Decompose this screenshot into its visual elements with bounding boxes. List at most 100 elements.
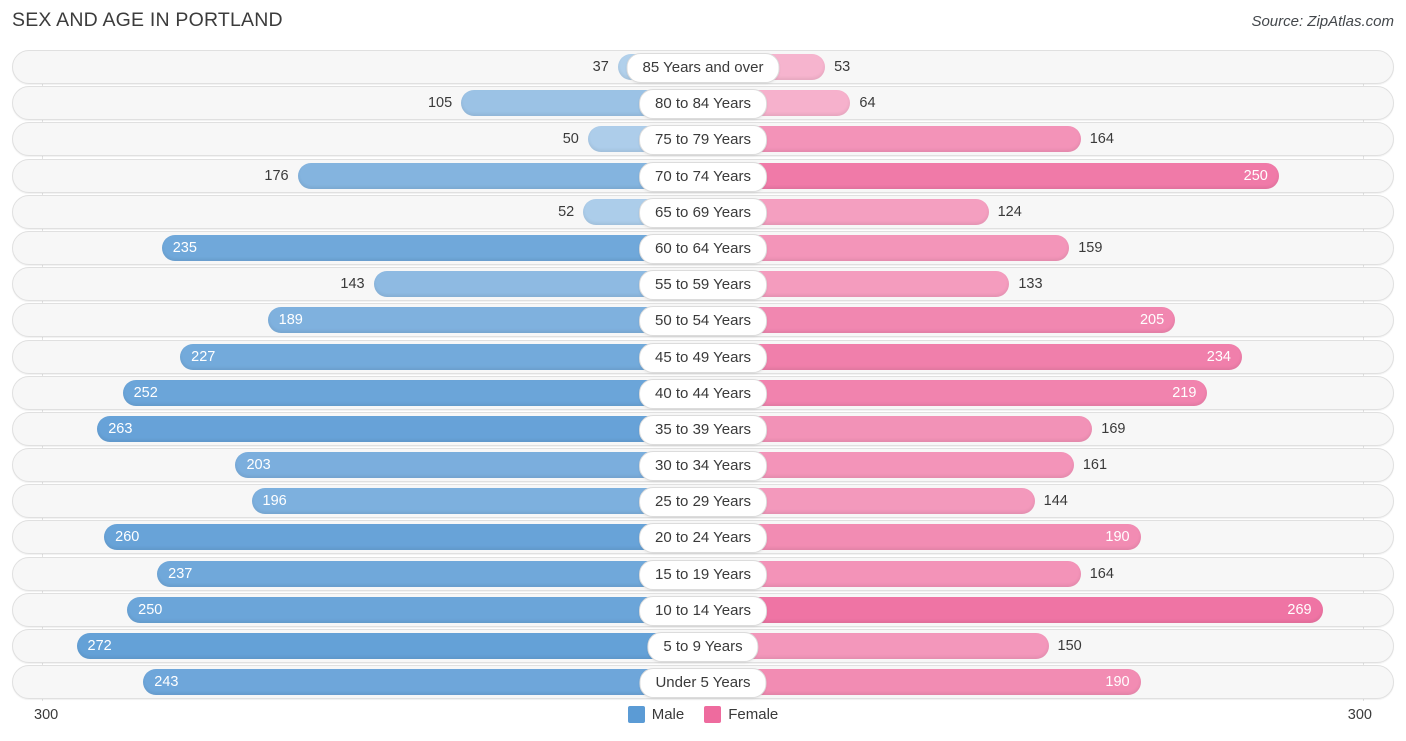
age-group-label: 50 to 54 Years (639, 306, 767, 337)
half-male: 50 (12, 122, 703, 156)
bar-row: 52 124 65 to 69 Years (12, 194, 1394, 229)
half-female: 150 (703, 629, 1394, 663)
half-male: 227 (12, 340, 703, 374)
half-female: 205 (703, 303, 1394, 337)
male-bar[interactable]: 237 (157, 560, 703, 587)
half-male: 272 (12, 629, 703, 663)
male-value-label: 250 (138, 601, 163, 618)
bar-row: 37 53 85 Years and over (12, 50, 1394, 84)
male-bar[interactable]: 263 (97, 415, 703, 442)
bar-row: 252 219 40 to 44 Years (12, 375, 1394, 410)
half-male: 143 (12, 267, 703, 301)
female-bar[interactable]: 205 (703, 307, 1176, 334)
half-male: 243 (12, 665, 703, 699)
male-bar[interactable]: 260 (104, 524, 703, 551)
age-group-label: 55 to 59 Years (639, 270, 767, 301)
half-male: 237 (12, 557, 703, 591)
half-female: 164 (703, 122, 1394, 156)
male-bar[interactable]: 252 (122, 379, 703, 406)
male-bar[interactable]: 189 (267, 307, 703, 334)
female-value-label: 64 (859, 95, 876, 112)
half-male: 105 (12, 86, 703, 120)
chart-footer: 300 300 Male Female (12, 701, 1394, 741)
male-bar[interactable]: 203 (235, 452, 703, 479)
age-group-label: 45 to 49 Years (639, 342, 767, 373)
female-value-label: 164 (1089, 565, 1114, 582)
bar-row: 196 144 25 to 29 Years (12, 484, 1394, 519)
legend-item-male[interactable]: Male (627, 706, 684, 723)
age-group-label: 80 to 84 Years (639, 89, 767, 120)
bar-row: 227 234 45 to 49 Years (12, 339, 1394, 374)
female-value-label: 169 (1101, 420, 1126, 437)
bar-row: 243 190 Under 5 Years (12, 665, 1394, 700)
half-female: 124 (703, 195, 1394, 229)
female-bar[interactable]: 269 (703, 596, 1323, 623)
half-male: 263 (12, 412, 703, 446)
age-group-label: 40 to 44 Years (639, 378, 767, 409)
male-value-label: 227 (191, 348, 216, 365)
age-group-label: 30 to 34 Years (639, 451, 767, 482)
half-male: 235 (12, 231, 703, 265)
male-bar[interactable]: 250 (127, 596, 703, 623)
female-bar[interactable]: 250 (703, 162, 1279, 189)
female-value-label: 219 (1172, 384, 1197, 401)
female-bar[interactable]: 234 (703, 343, 1242, 370)
male-value-label: 37 (592, 59, 609, 75)
male-bar[interactable]: 272 (76, 633, 703, 659)
female-bar[interactable]: 190 (703, 669, 1141, 696)
bar-rows: 37 53 85 Years and over 105 64 80 to 84 Years… (12, 50, 1394, 701)
male-bar[interactable]: 227 (180, 343, 703, 370)
legend-swatch-female-icon (704, 706, 722, 723)
male-value-label: 176 (264, 167, 289, 184)
female-bar[interactable]: 219 (703, 379, 1208, 406)
age-group-label: 35 to 39 Years (639, 414, 767, 445)
half-male: 176 (12, 159, 703, 193)
age-group-label: 70 to 74 Years (639, 161, 767, 192)
male-value-label: 189 (278, 312, 303, 329)
bar-row: 143 133 55 to 59 Years (12, 267, 1394, 302)
age-group-label: 20 to 24 Years (639, 523, 767, 554)
half-male: 252 (12, 376, 703, 410)
half-female: 161 (703, 448, 1394, 482)
female-value-label: 205 (1139, 312, 1165, 329)
age-group-label: 85 Years and over (626, 53, 780, 83)
male-bar[interactable]: 196 (251, 488, 703, 515)
half-female: 250 (703, 159, 1394, 193)
male-value-label: 263 (108, 420, 133, 437)
half-male: 250 (12, 593, 703, 627)
bar-row: 203 161 30 to 34 Years (12, 448, 1394, 483)
bar-row: 189 205 50 to 54 Years (12, 303, 1394, 338)
legend-label-female: Female (728, 706, 779, 723)
female-value-label: 124 (997, 203, 1022, 220)
legend: Male Female (12, 706, 1394, 723)
half-male: 52 (12, 195, 703, 229)
female-value-label: 161 (1082, 457, 1108, 474)
legend-swatch-male-icon (627, 706, 645, 723)
half-female: 190 (703, 665, 1394, 699)
female-value-label: 269 (1287, 601, 1312, 618)
age-group-label: 15 to 19 Years (639, 559, 767, 590)
source-attribution: Source: ZipAtlas.com (1251, 13, 1394, 30)
legend-item-female[interactable]: Female (704, 706, 778, 723)
age-group-label: Under 5 Years (639, 668, 767, 699)
half-female: 269 (703, 593, 1394, 627)
half-female: 219 (703, 376, 1394, 410)
page-title: SEX AND AGE IN PORTLAND (12, 9, 283, 31)
age-group-label: 10 to 14 Years (639, 595, 767, 626)
bar-row: 260 190 20 to 24 Years (12, 520, 1394, 555)
age-group-label: 5 to 9 Years (647, 632, 759, 662)
half-female: 169 (703, 412, 1394, 446)
male-bar[interactable]: 235 (161, 234, 703, 261)
bar-row: 263 169 35 to 39 Years (12, 411, 1394, 446)
half-female: 234 (703, 340, 1394, 374)
female-value-label: 133 (1018, 276, 1043, 293)
bar-row: 250 269 10 to 14 Years (12, 592, 1394, 627)
female-bar[interactable]: 190 (703, 524, 1141, 551)
male-bar[interactable]: 243 (143, 669, 703, 696)
plot-area: 37 53 85 Years and over 105 64 80 to 84 Years… (12, 50, 1394, 701)
male-value-label: 235 (172, 239, 197, 256)
half-male: 203 (12, 448, 703, 482)
male-value-label: 143 (340, 276, 365, 293)
male-value-label: 196 (262, 493, 287, 510)
male-value-label: 260 (115, 529, 140, 546)
